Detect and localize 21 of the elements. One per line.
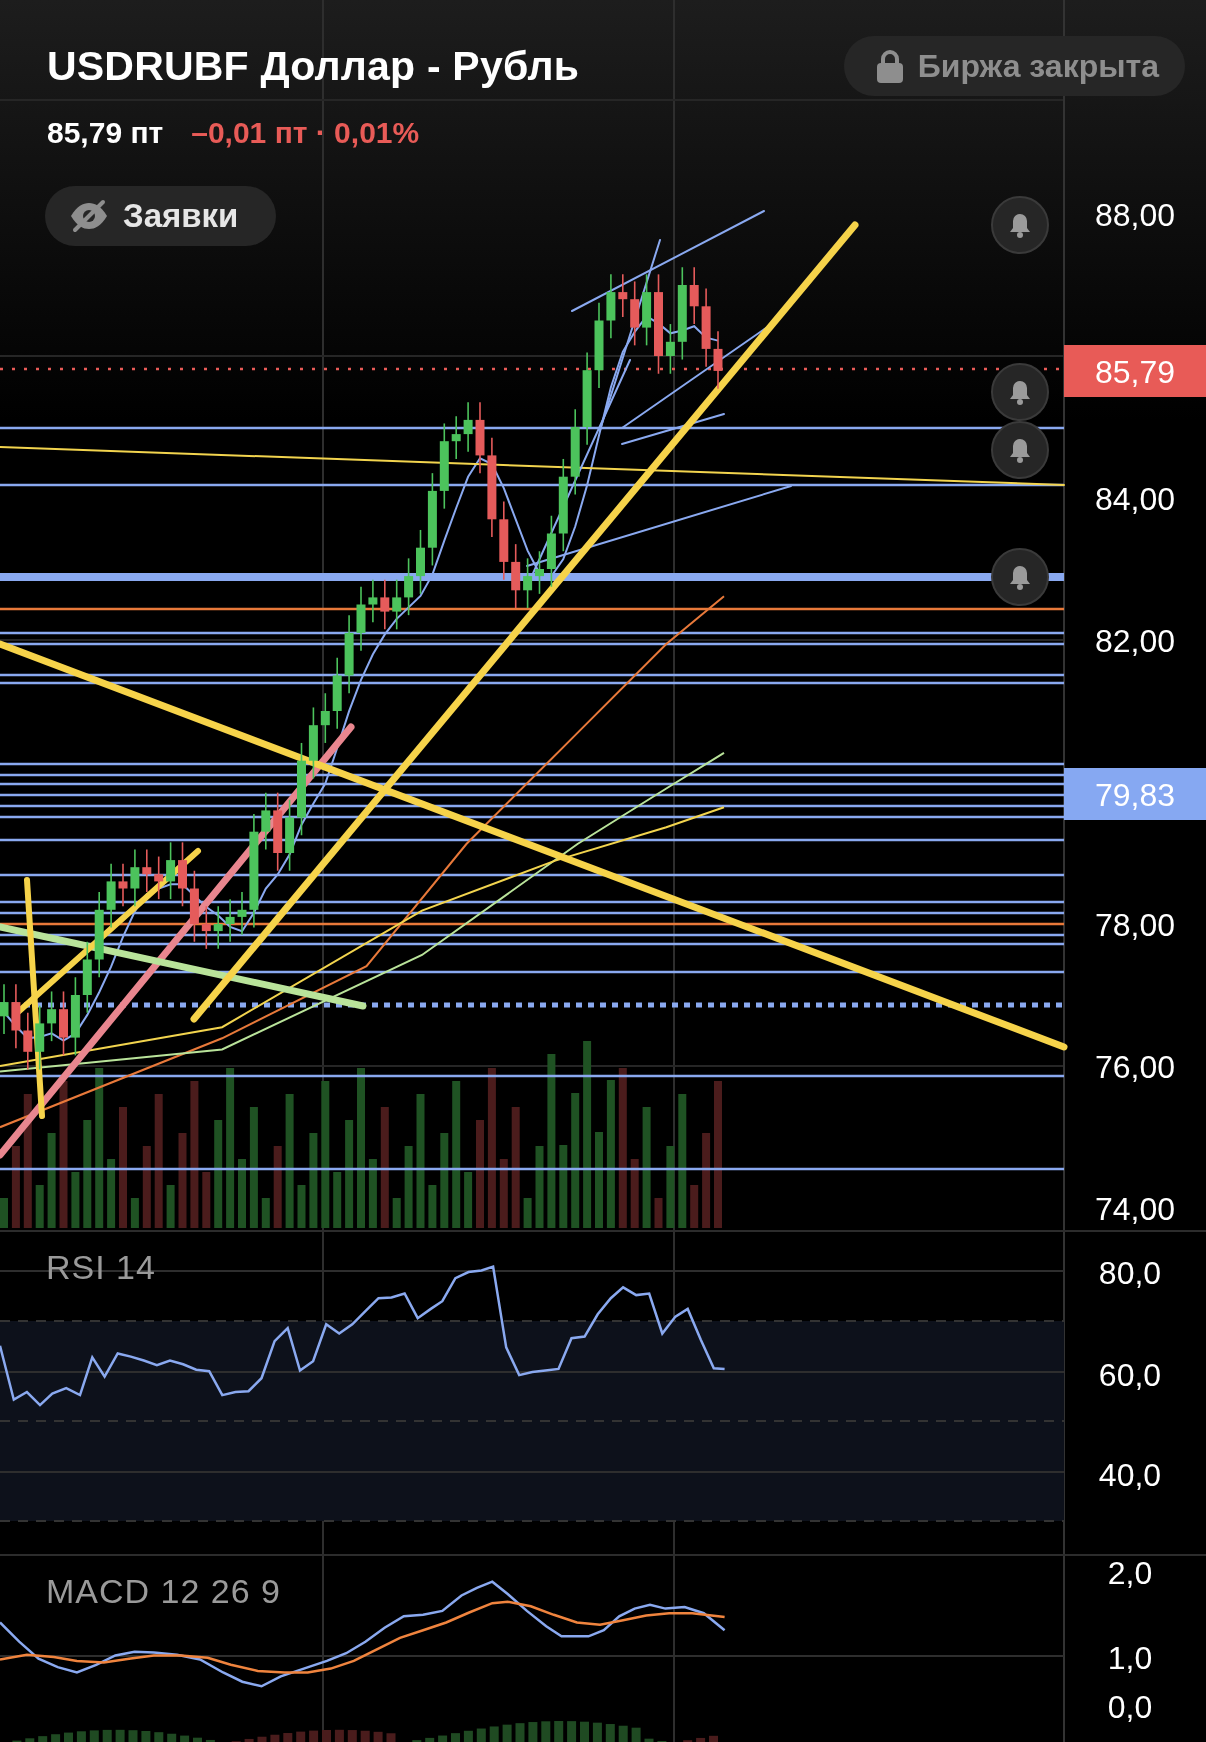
current-price: 85,79 пт [47,116,164,150]
axis-label: 84,00 [1094,481,1176,517]
orders-toggle[interactable]: Заявки [45,186,277,246]
axis-label: 76,00 [1094,1049,1176,1085]
axis-label: 88,00 [1094,197,1176,233]
axis-label: 74,00 [1094,1191,1176,1227]
axis-label: 60,0 [1098,1357,1162,1393]
market-status-badge: Биржа закрыта [843,36,1185,96]
axis-label: 0,0 [1107,1689,1153,1725]
axis-label: 78,00 [1094,907,1176,943]
axis-label: 1,0 [1107,1640,1153,1676]
indicator-title: RSI 14 [46,1248,156,1287]
instrument-title: USDRUBF Доллар - Рубль [47,42,580,90]
axis-label: 2,0 [1107,1556,1153,1591]
axis-label: 82,00 [1094,623,1176,659]
level-price-label: 79,83 [1064,768,1206,820]
axis-label: 40,0 [1098,1457,1162,1493]
axis-label: 80,0 [1098,1255,1162,1291]
indicator-title: MACD 12 26 9 [46,1572,281,1611]
price-change: –0,01 пт · 0,01% [191,116,420,150]
last-price-label: 85,79 [1064,345,1206,397]
